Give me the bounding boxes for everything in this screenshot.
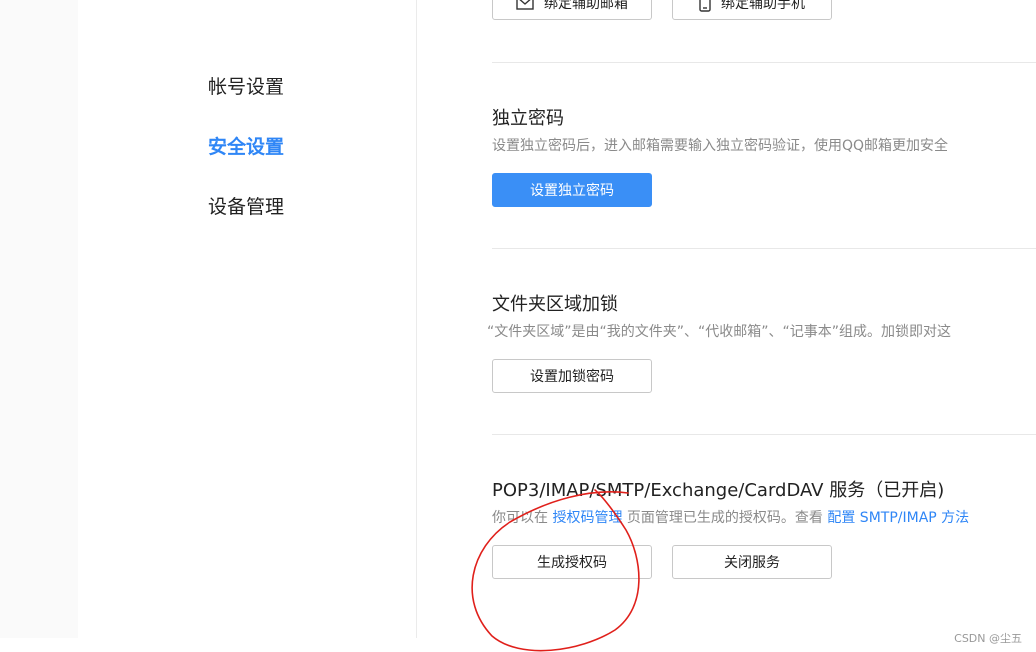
- bind-email-label: 绑定辅助邮箱: [544, 0, 628, 12]
- close-service-button[interactable]: 关闭服务: [672, 545, 832, 579]
- pop3-desc-text-2: 页面管理已生成的授权码。查看: [626, 510, 823, 526]
- bind-email-button[interactable]: 绑定辅助邮箱: [492, 0, 652, 20]
- phone-icon: [699, 0, 711, 12]
- independent-password-desc: 设置独立密码后，进入邮箱需要输入独立密码验证，使用QQ邮箱更加安全: [492, 138, 949, 154]
- smtp-imap-config-link[interactable]: 配置 SMTP/IMAP 方法: [827, 510, 969, 526]
- sidebar-item-security-settings[interactable]: 安全设置: [208, 132, 284, 159]
- watermark: CSDN @尘五: [954, 632, 1022, 645]
- main-content: 绑定辅助邮箱 绑定辅助手机 独立密码 设置独立密码后，进入邮箱需要输入独立密码验…: [417, 0, 1036, 638]
- independent-password-title: 独立密码: [492, 108, 564, 129]
- pop3-desc-text-1: 你可以在: [492, 510, 548, 526]
- divider: [492, 434, 1036, 435]
- set-lock-password-label: 设置加锁密码: [530, 369, 614, 385]
- divider: [492, 248, 1036, 249]
- close-service-label: 关闭服务: [724, 555, 780, 571]
- bottom-strip: [0, 638, 1036, 652]
- sidebar-item-account-settings[interactable]: 帐号设置: [208, 72, 284, 99]
- pop3-service-desc: 你可以在 授权码管理 页面管理已生成的授权码。查看 配置 SMTP/IMAP 方…: [492, 507, 969, 527]
- sidebar-item-device-management[interactable]: 设备管理: [208, 192, 284, 219]
- divider: [492, 62, 1036, 63]
- generate-auth-code-button[interactable]: 生成授权码: [492, 545, 652, 579]
- bind-phone-label: 绑定辅助手机: [721, 0, 805, 12]
- set-independent-password-label: 设置独立密码: [530, 183, 614, 199]
- mail-icon: [516, 0, 534, 10]
- generate-auth-code-label: 生成授权码: [537, 555, 607, 571]
- set-independent-password-button[interactable]: 设置独立密码: [492, 173, 652, 207]
- set-lock-password-button[interactable]: 设置加锁密码: [492, 359, 652, 393]
- folder-lock-title: 文件夹区域加锁: [492, 294, 618, 315]
- folder-lock-desc: “文件夹区域”是由“我的文件夹”、“代收邮箱”、“记事本”组成。加锁即对这: [487, 324, 952, 340]
- auth-code-management-link[interactable]: 授权码管理: [552, 510, 622, 526]
- bind-phone-button[interactable]: 绑定辅助手机: [672, 0, 832, 20]
- pop3-service-title: POP3/IMAP/SMTP/Exchange/CardDAV 服务（已开启): [492, 480, 945, 501]
- sidebar: 帐号设置 安全设置 设备管理: [78, 0, 417, 638]
- left-gutter: [0, 0, 78, 638]
